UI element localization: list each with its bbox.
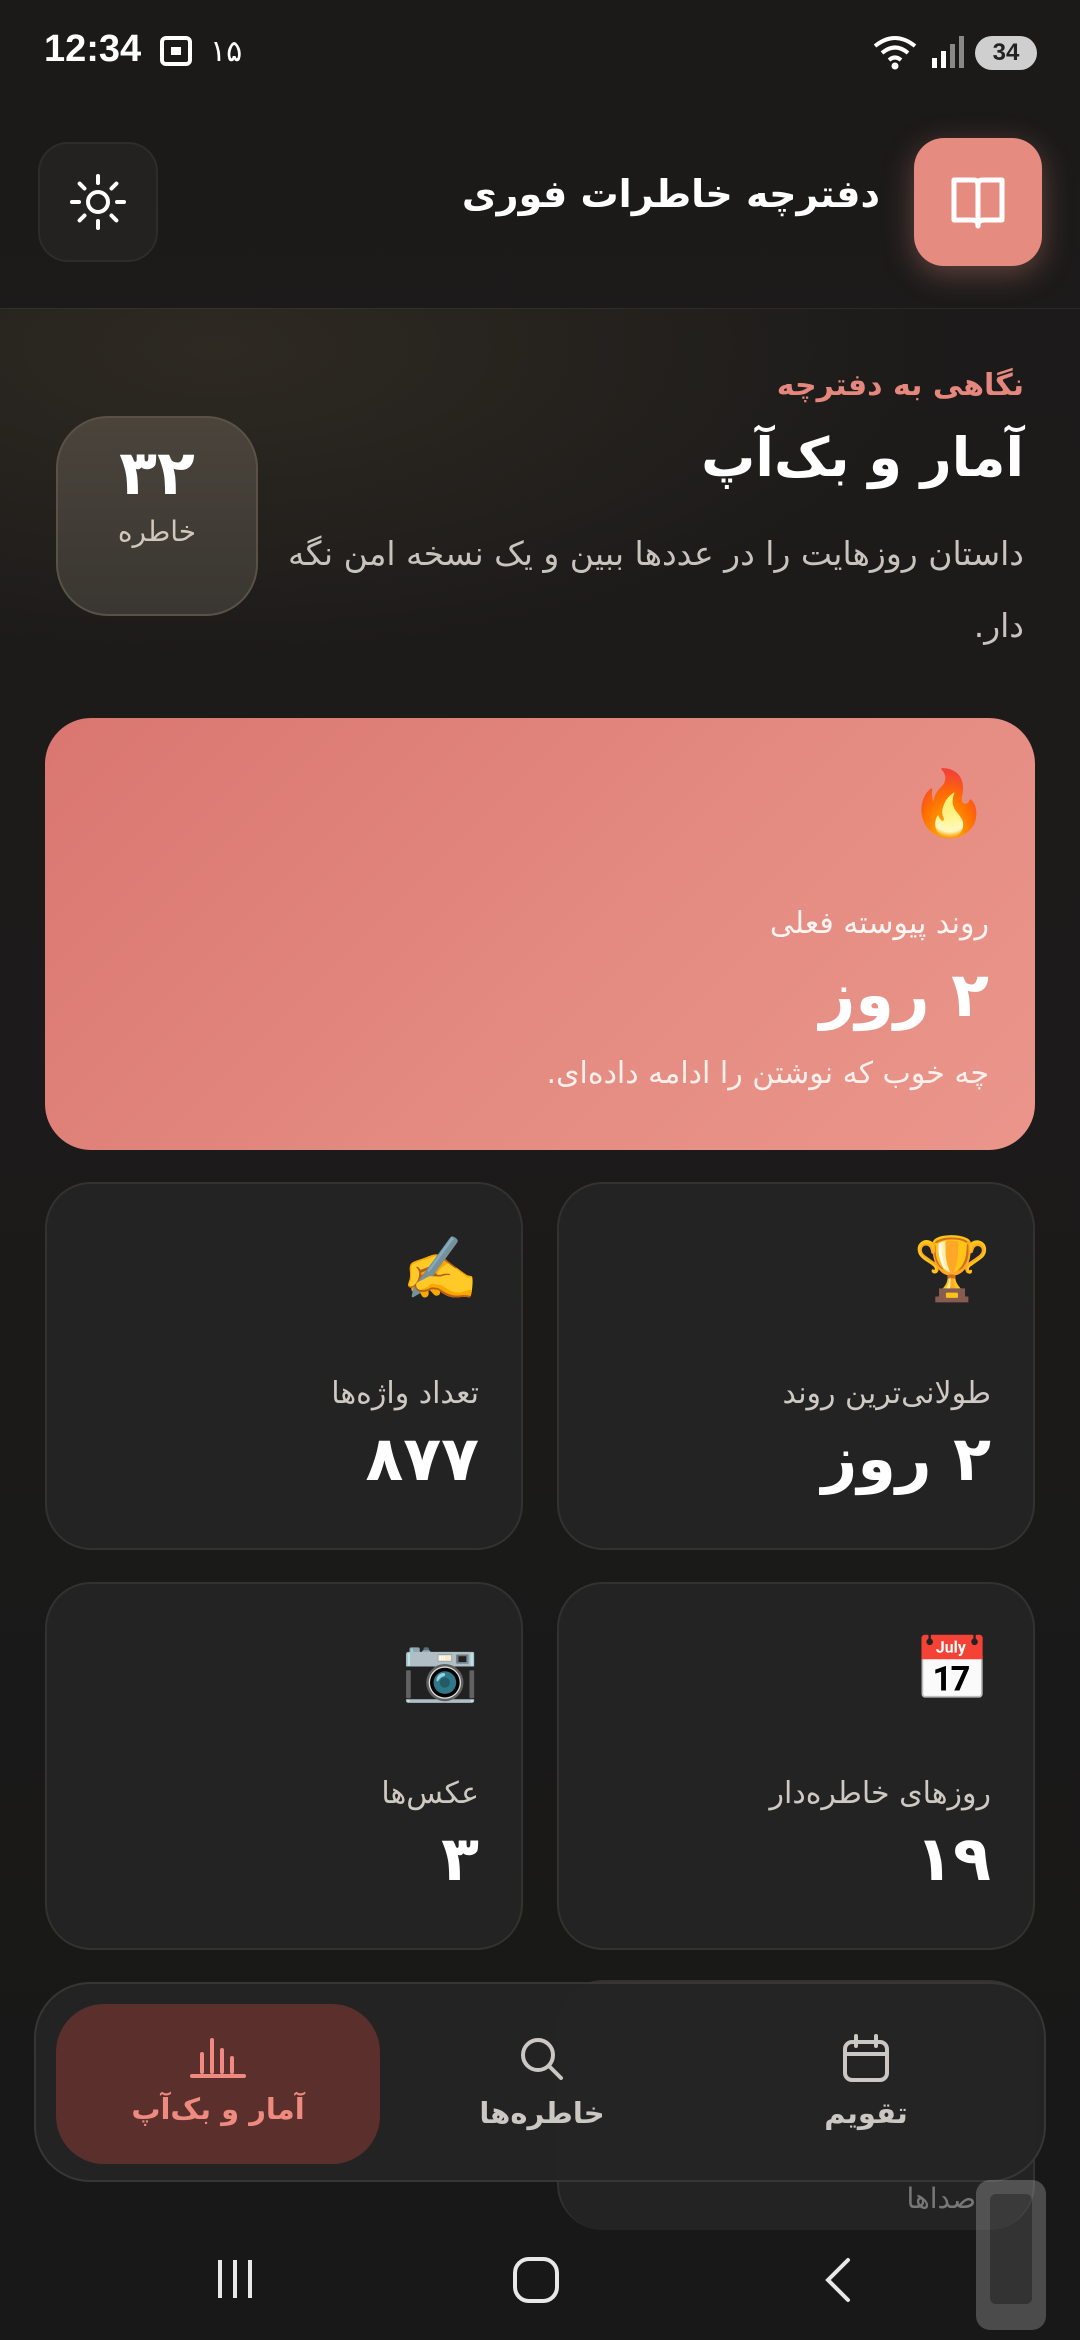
- stat-value: ۳: [441, 1822, 479, 1895]
- voices-label-partial: صداها: [906, 2182, 976, 2210]
- battery-indicator: 34: [975, 36, 1037, 70]
- recent-apps-icon[interactable]: [210, 2254, 260, 2304]
- calendar-emoji-icon: 📅: [913, 1632, 991, 1705]
- screenshot-icon: [160, 36, 192, 66]
- camera-icon: 📷: [401, 1632, 479, 1705]
- book-icon: [951, 177, 1005, 229]
- status-bar: 12:34 ۱۵ 34: [0, 0, 1080, 110]
- streak-subtitle: چه خوب که نوشتن را ادامه داده‌ای.: [546, 1056, 990, 1091]
- notification-count: ۱۵: [210, 34, 243, 69]
- section-eyebrow: نگاهی به دفترچه: [776, 368, 1024, 403]
- sun-icon: [70, 174, 126, 230]
- memory-count-label: خاطره: [117, 515, 197, 548]
- nav-label: آمار و بک‌آپ: [131, 2092, 305, 2126]
- photos-card: 📷 عکس‌ها ۳: [45, 1582, 523, 1950]
- search-icon: [521, 2038, 563, 2080]
- status-time: 12:34: [44, 28, 142, 70]
- stat-label: تعداد واژه‌ها: [331, 1376, 479, 1411]
- nav-tab-memories[interactable]: خاطره‌ها: [380, 2004, 704, 2164]
- wifi-icon: [873, 36, 917, 70]
- word-count-card: ✍️ تعداد واژه‌ها ۸۷۷: [45, 1182, 523, 1550]
- writing-hand-icon: ✍️: [401, 1232, 479, 1305]
- page-title: آمار و بک‌آپ: [701, 426, 1024, 489]
- home-icon[interactable]: [510, 2254, 562, 2306]
- memory-days-card: 📅 روزهای خاطره‌دار ۱۹: [557, 1582, 1035, 1950]
- memory-count-badge: ۳۲ خاطره: [56, 416, 258, 616]
- trophy-icon: 🏆: [913, 1232, 991, 1305]
- back-icon[interactable]: [818, 2254, 858, 2306]
- stat-value: ۱۹: [915, 1822, 991, 1895]
- watermark-logo: [976, 2180, 1046, 2330]
- app-logo: [914, 138, 1042, 266]
- stat-value: ۲ روز: [821, 1422, 991, 1495]
- page-description: داستان روزهایت را در عددها ببین و یک نسخ…: [288, 534, 1024, 645]
- current-streak-card: 🔥 روند پیوسته فعلی ۲ روز چه خوب که نوشتن…: [45, 718, 1035, 1150]
- stat-label: روزهای خاطره‌دار: [769, 1776, 991, 1811]
- streak-label: روند پیوسته فعلی: [769, 906, 989, 941]
- stat-value: ۸۷۷: [365, 1422, 479, 1495]
- theme-toggle-button[interactable]: [38, 142, 158, 262]
- longest-streak-card: 🏆 طولانی‌ترین روند ۲ روز: [557, 1182, 1035, 1550]
- streak-value: ۲ روز: [819, 958, 989, 1031]
- nav-label: خاطره‌ها: [479, 2096, 605, 2130]
- calendar-icon: [843, 2034, 889, 2082]
- overview-section: نگاهی به دفترچه آمار و بک‌آپ داستان روزه…: [0, 308, 1080, 708]
- fire-icon: 🔥: [909, 767, 989, 841]
- memory-count-value: ۳۲: [119, 436, 195, 509]
- stat-label: عکس‌ها: [381, 1776, 479, 1811]
- app-title: دفترچه خاطرات فوری: [461, 172, 880, 216]
- nav-tab-stats-backup[interactable]: آمار و بک‌آپ: [56, 2004, 380, 2164]
- bottom-navigation: آمار و بک‌آپ خاطره‌ها تقویم: [34, 1982, 1046, 2182]
- stat-label: طولانی‌ترین روند: [782, 1376, 991, 1411]
- signal-icon: [932, 36, 964, 68]
- bar-chart-icon: [190, 2038, 246, 2078]
- nav-label: تقویم: [824, 2096, 908, 2130]
- nav-tab-calendar[interactable]: تقویم: [704, 2004, 1028, 2164]
- app-header: دفترچه خاطرات فوری: [0, 110, 1080, 309]
- system-navigation-bar: [0, 2220, 1080, 2340]
